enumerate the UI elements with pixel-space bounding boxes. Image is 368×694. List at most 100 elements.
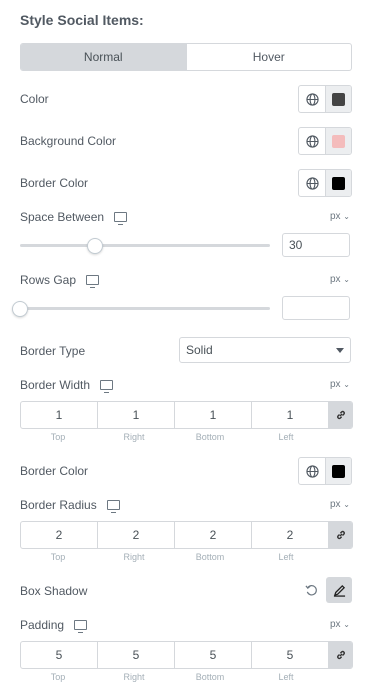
border-type-label: Border Type [20,344,85,358]
padding-label: Padding [20,618,88,633]
link-icon[interactable] [329,402,352,428]
dim-label-right: Right [123,432,145,442]
border-width-dim-labels: Top Right Bottom Left [20,432,324,442]
desktop-icon[interactable] [106,500,120,513]
rows-gap-slider-track[interactable] [20,307,270,310]
border-width-right-input[interactable]: 1 [98,402,175,428]
space-between-unit[interactable]: px ⌄ [330,211,350,222]
border-color-control [298,169,352,197]
section-title: Style Social Items: [20,12,144,28]
space-between-slider-handle[interactable] [87,238,103,254]
padding-left-input[interactable]: 5 [252,642,329,668]
chevron-down-icon: ⌄ [343,275,350,284]
border-width-label: Border Width [20,378,114,393]
pencil-icon[interactable] [326,577,352,603]
padding-unit-text: px [329,619,341,630]
link-icon[interactable] [329,642,352,668]
padding-bottom-input[interactable]: 5 [175,642,252,668]
border-color-label-text: Border Color [20,176,89,190]
border-radius-top-input[interactable]: 2 [21,522,98,548]
border-radius-dim-labels: Top Right Bottom Left [20,552,324,562]
border-type-label-text: Border Type [20,344,86,358]
border-type-value: Solid [186,343,213,357]
desktop-icon[interactable] [74,620,88,633]
chevron-down-icon [336,347,344,353]
dim-label-bottom: Bottom [195,432,225,442]
space-between-unit-text: px [329,211,341,222]
border-radius-unit[interactable]: px ⌄ [330,499,350,510]
border-width-label-text: Border Width [20,378,91,392]
dim-label-right: Right [123,672,145,682]
border-radius-right-input[interactable]: 2 [98,522,175,548]
border-radius-label: Border Radius [20,498,120,513]
space-between-slider-track[interactable] [20,244,270,247]
color-label-text: Color [20,92,49,106]
border-color-swatch [332,176,345,190]
border-color-2-control [298,457,352,485]
border-color-2-label-text: Border Color [20,464,89,478]
dim-label-right: Right [123,552,145,562]
padding-dim-labels: Top Right Bottom Left [20,672,324,682]
border-color-2-swatch-button[interactable] [326,458,351,484]
background-color-swatch-button[interactable] [326,128,351,154]
dim-label-left: Left [278,672,294,682]
box-shadow-label: Box Shadow [20,584,87,598]
border-width-top-input[interactable]: 1 [21,402,98,428]
rows-gap-unit-text: px [329,274,341,285]
border-radius-label-text: Border Radius [20,498,97,512]
color-swatch-button[interactable] [326,86,351,112]
padding-top-input[interactable]: 5 [21,642,98,668]
globe-icon[interactable] [299,86,326,112]
box-shadow-label-text: Box Shadow [20,584,88,598]
globe-icon[interactable] [299,458,326,484]
background-color-swatch [332,134,345,148]
padding-dimensions: 5 5 5 5 [20,641,353,669]
background-color-label: Background Color [20,134,116,148]
tab-normal[interactable]: Normal [21,44,186,70]
desktop-icon[interactable] [100,380,114,393]
border-width-unit-text: px [329,379,341,390]
border-radius-dimensions: 2 2 2 2 [20,521,353,549]
border-color-label: Border Color [20,176,88,190]
border-width-left-input[interactable]: 1 [252,402,329,428]
rows-gap-input[interactable] [282,296,350,320]
border-width-bottom-input[interactable]: 1 [175,402,252,428]
link-icon[interactable] [329,522,352,548]
rows-gap-unit[interactable]: px ⌄ [330,274,350,285]
dim-label-left: Left [278,552,294,562]
dim-label-top: Top [50,672,66,682]
rows-gap-label-text: Rows Gap [20,273,77,287]
tab-hover[interactable]: Hover [185,44,352,70]
border-radius-bottom-input[interactable]: 2 [175,522,252,548]
space-between-label: Space Between [20,210,128,225]
chevron-down-icon: ⌄ [343,380,350,389]
space-between-input[interactable]: 30 [282,233,350,257]
border-width-dimensions: 1 1 1 1 [20,401,353,429]
state-tabs: Normal Hover [20,43,352,71]
border-color-swatch-button[interactable] [326,170,351,196]
border-type-select[interactable]: Solid [179,337,351,363]
globe-icon[interactable] [299,128,326,154]
border-radius-left-input[interactable]: 2 [252,522,329,548]
chevron-down-icon: ⌄ [343,212,350,221]
reset-icon[interactable] [305,584,318,602]
dim-label-bottom: Bottom [195,672,225,682]
padding-right-input[interactable]: 5 [98,642,175,668]
dim-label-left: Left [278,432,294,442]
dim-label-bottom: Bottom [195,552,225,562]
desktop-icon[interactable] [86,275,100,288]
border-width-unit[interactable]: px ⌄ [330,379,350,390]
desktop-icon[interactable] [114,212,128,225]
background-color-label-text: Background Color [20,134,117,148]
color-swatch [332,92,345,106]
globe-icon[interactable] [299,170,326,196]
dim-label-top: Top [50,552,66,562]
background-color-control [298,127,352,155]
padding-unit[interactable]: px ⌄ [330,619,350,630]
rows-gap-slider-handle[interactable] [12,301,28,317]
padding-label-text: Padding [20,618,65,632]
border-radius-unit-text: px [329,499,341,510]
chevron-down-icon: ⌄ [343,620,350,629]
chevron-down-icon: ⌄ [343,500,350,509]
color-control [298,85,352,113]
